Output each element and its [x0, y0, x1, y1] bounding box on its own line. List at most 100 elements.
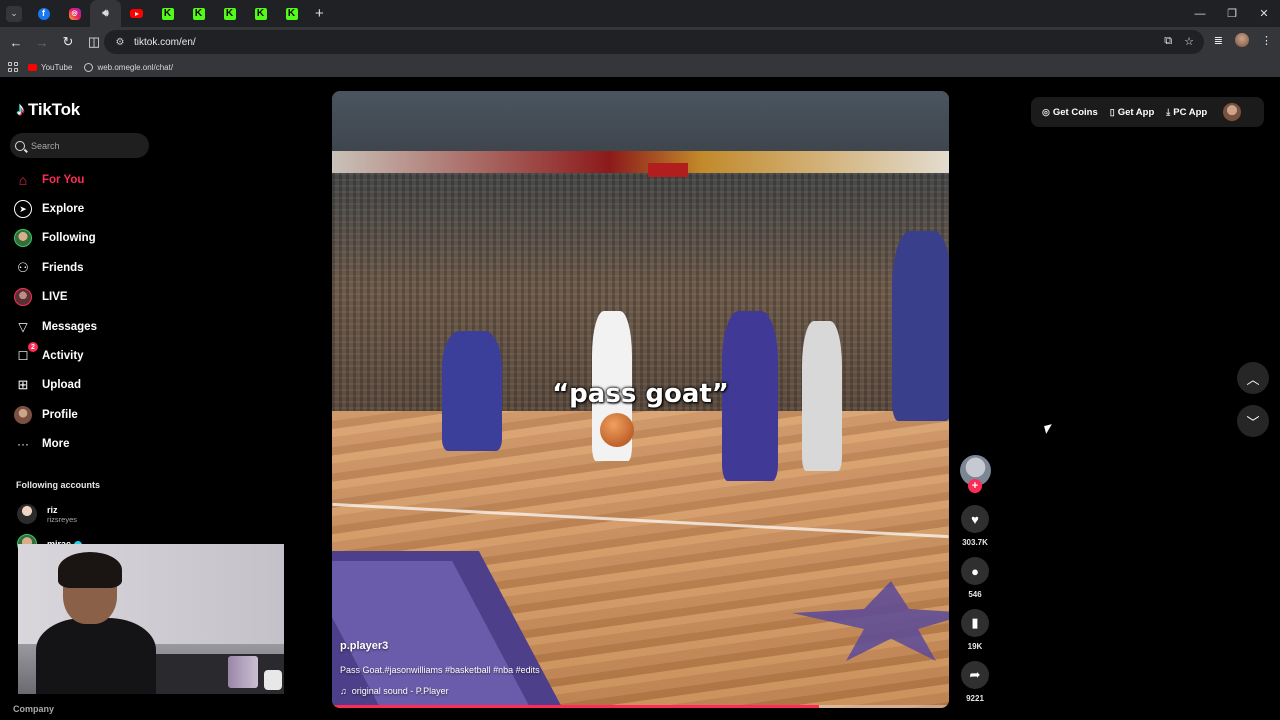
nav-item-messages[interactable]: ▽ Messages: [14, 312, 154, 341]
nav-item-explore[interactable]: ➤ Explore: [14, 194, 154, 223]
nav-label: Friends: [42, 261, 84, 274]
video-description[interactable]: Pass Goat.#jasonwilliams #basketball #nb…: [340, 665, 540, 675]
follow-plus-icon[interactable]: +: [968, 479, 982, 493]
nav-item-friends[interactable]: ⚇ Friends: [14, 253, 154, 282]
video-sound[interactable]: ♫ original sound - P.Player: [340, 686, 449, 696]
user-avatar[interactable]: [1223, 103, 1242, 121]
tab-kick-1[interactable]: K: [152, 0, 183, 27]
nav-item-following[interactable]: Following: [14, 224, 154, 253]
pc-app-label: PC App: [1173, 106, 1208, 118]
tab-instagram[interactable]: ◎: [59, 0, 90, 27]
nav-label: Profile: [42, 408, 78, 421]
browser-profile-avatar[interactable]: [1235, 33, 1249, 47]
tab-youtube[interactable]: [121, 0, 152, 27]
video-author[interactable]: p.player3: [340, 640, 388, 652]
tab-search-button[interactable]: ⌄: [6, 5, 22, 22]
chevron-down-icon[interactable]: ﹀: [1237, 405, 1269, 437]
bookmark-omegle[interactable]: web.omegle.onl/chat/: [84, 62, 173, 72]
like-count: 303.7K: [962, 538, 988, 547]
globe-icon: [84, 62, 94, 72]
tab-facebook[interactable]: f: [28, 0, 59, 27]
bookmarks-bar: YouTube web.omegle.onl/chat/: [0, 57, 1280, 77]
get-coins-button[interactable]: ◎ Get Coins: [1042, 107, 1098, 118]
youtube-icon: [28, 63, 37, 71]
video-overlay-caption: “pass goat”: [552, 379, 729, 409]
nav-item-profile[interactable]: Profile: [14, 400, 154, 429]
nav-item-activity[interactable]: ☐ 2 Activity: [14, 341, 154, 370]
like-action: ♥ 303.7K: [957, 505, 993, 547]
nav-label: Activity: [42, 350, 84, 363]
tab-kick-2[interactable]: K: [183, 0, 214, 27]
heart-icon[interactable]: ♥: [961, 505, 989, 533]
sound-name: original sound - P.Player: [351, 686, 449, 696]
comment-icon[interactable]: ●: [961, 557, 989, 585]
comment-action: ● 546: [957, 557, 993, 599]
address-bar[interactable]: ⚙ tiktok.com/en/ ⧉ ☆: [104, 30, 1204, 54]
avatar: [17, 504, 37, 524]
account-name: riz: [47, 504, 58, 515]
kick-icon: K: [161, 7, 174, 20]
bookmark-label: YouTube: [41, 62, 73, 72]
tab-kick-3[interactable]: K: [214, 0, 245, 27]
tiktok-page: ♪ TikTok Search ⌂ For You ➤ Explore Foll…: [0, 81, 1280, 720]
audio-playing-icon: 🔊︎: [102, 7, 109, 19]
compass-icon: ➤: [14, 200, 32, 219]
search-input[interactable]: Search: [10, 133, 149, 158]
activity-icon: ☐ 2: [14, 342, 38, 365]
new-tab-button[interactable]: +: [315, 5, 324, 22]
minimize-icon[interactable]: —: [1184, 8, 1216, 20]
following-accounts-title: Following accounts: [16, 480, 101, 490]
account-username: rizsreyes: [47, 514, 78, 524]
pc-app-button[interactable]: ⤓ PC App: [1166, 107, 1207, 118]
split-view-icon[interactable]: ◫: [82, 30, 106, 54]
share-icon[interactable]: ➦: [961, 661, 989, 689]
media-control-icon[interactable]: ≣: [1214, 34, 1223, 47]
nav-item-for-you[interactable]: ⌂ For You: [14, 165, 154, 194]
logo-text: TikTok: [28, 99, 81, 119]
get-app-button[interactable]: ▯ Get App: [1110, 107, 1155, 118]
forward-arrow-icon[interactable]: →: [30, 30, 54, 54]
download-icon: ⤓: [1166, 106, 1171, 117]
tiktok-logo[interactable]: ♪ TikTok: [16, 99, 80, 120]
url-text[interactable]: tiktok.com/en/: [134, 37, 196, 48]
video-progress-fill: [332, 705, 820, 708]
following-account-riz[interactable]: riz rizsreyes: [17, 504, 77, 524]
browser-menu-icon[interactable]: ⋮: [1261, 34, 1272, 47]
home-icon: ⌂: [18, 171, 28, 188]
save-count: 19K: [967, 642, 983, 651]
nav-label: Following: [42, 232, 96, 245]
chevron-up-icon[interactable]: ︿: [1237, 362, 1269, 394]
back-arrow-icon[interactable]: ←: [4, 30, 28, 54]
nav-item-more[interactable]: ··· More: [14, 430, 154, 459]
main-nav: ⌂ For You ➤ Explore Following ⚇ Friends …: [14, 165, 154, 459]
nav-item-upload[interactable]: ⊞ Upload: [14, 371, 154, 400]
instagram-icon: ◎: [68, 7, 81, 20]
install-app-icon[interactable]: ⧉: [1164, 35, 1172, 48]
video-progress-bar[interactable]: [332, 705, 949, 708]
share-action: ➦ 9221: [957, 661, 993, 703]
tab-kick-4[interactable]: K: [245, 0, 276, 27]
footer-company-link[interactable]: Company: [13, 704, 54, 714]
profile-avatar-icon: [14, 405, 32, 424]
nav-label: Explore: [42, 203, 85, 216]
tab-kick-5[interactable]: K: [276, 0, 307, 27]
top-right-actions: ◎ Get Coins ▯ Get App ⤓ PC App: [1031, 97, 1264, 127]
site-settings-icon[interactable]: ⚙: [110, 37, 130, 48]
video-player[interactable]: “pass goat” p.player3 Pass Goat.#jasonwi…: [332, 91, 949, 708]
tab-tiktok-active[interactable]: 🔊︎: [90, 0, 121, 27]
nav-item-live[interactable]: LIVE: [14, 283, 154, 312]
nav-label: Upload: [42, 379, 81, 392]
apps-grid-icon[interactable]: [8, 62, 18, 72]
reload-icon[interactable]: ↻: [56, 30, 80, 54]
close-icon[interactable]: ✕: [1248, 7, 1280, 20]
friends-icon: ⚇: [17, 259, 29, 275]
get-coins-label: Get Coins: [1052, 106, 1098, 118]
bookmark-star-icon[interactable]: ☆: [1184, 35, 1194, 48]
bookmark-youtube[interactable]: YouTube: [28, 63, 72, 72]
restore-icon[interactable]: ❐: [1216, 7, 1248, 20]
upload-icon: ⊞: [17, 377, 29, 393]
bookmark-icon[interactable]: ▮: [961, 609, 989, 637]
save-action: ▮ 19K: [957, 609, 993, 651]
nav-label: For You: [42, 173, 85, 186]
following-avatar-icon: [14, 229, 32, 248]
